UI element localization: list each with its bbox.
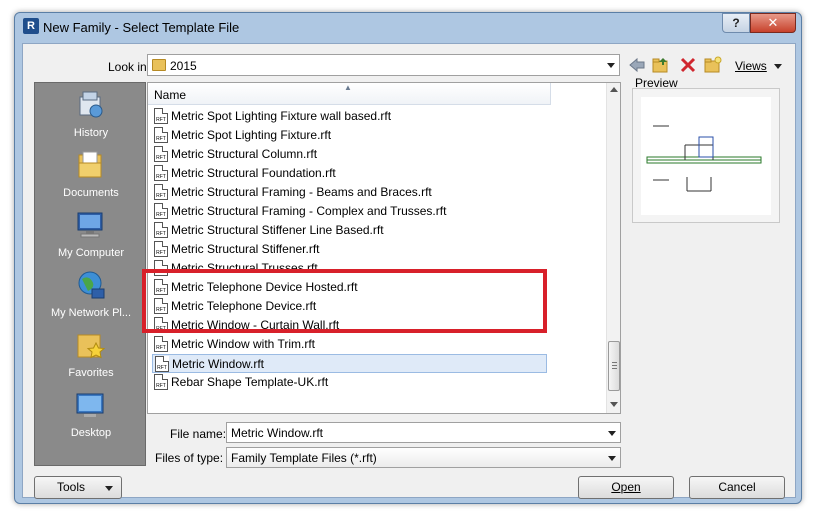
place-desktop[interactable]: Desktop	[35, 385, 147, 445]
file-name: Metric Spot Lighting Fixture.rft	[171, 128, 332, 142]
file-name: Metric Window with Trim.rft	[171, 337, 316, 351]
rft-file-icon: RFT	[154, 374, 168, 390]
network-icon	[78, 271, 105, 299]
rft-file-icon: RFT	[155, 356, 169, 372]
lookin-dropdown[interactable]: 2015	[147, 54, 620, 76]
close-button[interactable]: ✕	[750, 13, 796, 33]
folder-icon	[152, 59, 166, 71]
filetype-label: Files of type:	[155, 451, 224, 465]
file-list[interactable]: ▲ Name RFT Metric Spot Lighting Fixture w…	[147, 82, 621, 414]
filename-input[interactable]: Metric Window.rft	[226, 422, 621, 443]
column-header-name[interactable]: ▲ Name	[148, 83, 551, 105]
rft-file-icon: RFT	[154, 146, 168, 162]
file-row[interactable]: RFT Metric Structural Framing - Complex a…	[152, 202, 547, 221]
revit-app-icon: R	[23, 18, 39, 34]
delete-icon[interactable]	[679, 56, 697, 74]
file-row[interactable]: RFT Metric Structural Stiffener Line Base…	[152, 221, 547, 240]
lookin-label: Look in:	[108, 60, 151, 74]
help-button[interactable]: ?	[722, 13, 750, 33]
file-row[interactable]: RFT Metric Structural Foundation.rft	[152, 164, 547, 183]
tools-button[interactable]: Tools	[34, 476, 122, 499]
vertical-scrollbar[interactable]	[606, 83, 620, 413]
place-history[interactable]: History	[35, 85, 147, 145]
filetype-dropdown[interactable]: Family Template Files (*.rft)	[226, 447, 621, 468]
scrollbar-thumb[interactable]	[608, 341, 620, 391]
rft-file-icon: RFT	[154, 203, 168, 219]
scroll-up-icon[interactable]	[610, 87, 618, 92]
file-row[interactable]: RFT Metric Structural Column.rft	[152, 145, 547, 164]
place-my-computer[interactable]: My Computer	[35, 205, 147, 265]
file-row[interactable]: RFT Metric Window.rft	[152, 354, 547, 373]
new-folder-icon[interactable]	[704, 56, 722, 74]
file-name: Metric Structural Foundation.rft	[171, 166, 336, 180]
place-documents[interactable]: Documents	[35, 145, 147, 205]
place-my-network[interactable]: My Network Pl...	[35, 265, 147, 325]
documents-icon	[78, 151, 102, 178]
window-title: New Family - Select Template File	[43, 20, 240, 35]
scroll-down-icon[interactable]	[610, 402, 618, 407]
history-icon	[79, 91, 103, 118]
computer-icon	[77, 212, 103, 238]
places-bar: History Documents My Computer My Network…	[34, 82, 146, 466]
views-menu[interactable]: Views	[735, 59, 767, 73]
file-name: Metric Structural Framing - Complex and …	[171, 204, 447, 218]
favorites-icon	[77, 334, 106, 359]
chevron-down-icon	[607, 63, 615, 68]
dialog-window: R New Family - Select Template File ? ✕ …	[14, 12, 802, 504]
file-row[interactable]: RFT Metric Spot Lighting Fixture.rft	[152, 126, 547, 145]
desktop-icon	[76, 393, 104, 417]
up-folder-icon[interactable]	[652, 56, 670, 74]
file-row[interactable]: RFT Metric Structural Framing - Beams and…	[152, 183, 547, 202]
rft-file-icon: RFT	[154, 184, 168, 200]
rft-file-icon: RFT	[154, 108, 168, 124]
file-name: Metric Structural Stiffener.rft	[171, 242, 320, 256]
preview-image	[641, 97, 771, 215]
file-name: Metric Window.rft	[172, 357, 265, 371]
file-name: Metric Spot Lighting Fixture wall based.…	[171, 109, 392, 123]
sort-caret-icon: ▲	[344, 83, 352, 92]
filename-chevron-down-icon[interactable]	[608, 431, 616, 436]
file-row[interactable]: RFT Metric Structural Stiffener.rft	[152, 240, 547, 259]
cancel-button[interactable]: Cancel	[689, 476, 785, 499]
views-chevron-down-icon[interactable]	[774, 64, 782, 69]
red-highlight-box	[142, 269, 547, 333]
file-row[interactable]: RFT Metric Spot Lighting Fixture wall bas…	[152, 107, 547, 126]
file-name: Rebar Shape Template-UK.rft	[171, 375, 329, 389]
rft-file-icon: RFT	[154, 336, 168, 352]
rft-file-icon: RFT	[154, 165, 168, 181]
open-button[interactable]: Open	[578, 476, 674, 499]
tools-chevron-down-icon	[105, 486, 113, 491]
place-favorites[interactable]: Favorites	[35, 325, 147, 385]
rft-file-icon: RFT	[154, 241, 168, 257]
file-name: Metric Structural Column.rft	[171, 147, 318, 161]
preview-pane	[632, 88, 780, 223]
rft-file-icon: RFT	[154, 222, 168, 238]
file-row[interactable]: RFT Metric Window with Trim.rft	[152, 335, 547, 354]
file-name: Metric Structural Framing - Beams and Br…	[171, 185, 432, 199]
file-name: Metric Structural Stiffener Line Based.r…	[171, 223, 384, 237]
back-icon[interactable]	[628, 56, 646, 74]
filename-label: File name:	[170, 427, 227, 441]
file-row[interactable]: RFT Rebar Shape Template-UK.rft	[152, 373, 547, 392]
lookin-value: 2015	[170, 59, 197, 73]
rft-file-icon: RFT	[154, 127, 168, 143]
title-bar: R New Family - Select Template File ? ✕	[15, 13, 801, 43]
filetype-chevron-down-icon	[608, 456, 616, 461]
